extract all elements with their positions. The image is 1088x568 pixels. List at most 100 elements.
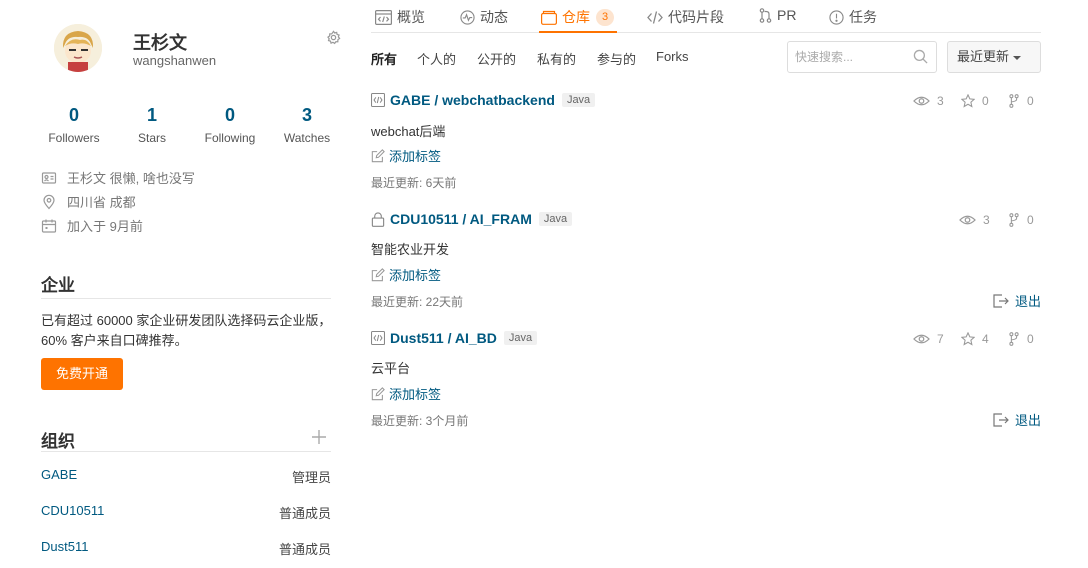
- filter-personal[interactable]: 个人的: [417, 49, 456, 68]
- tab-pull-requests[interactable]: PR: [759, 7, 796, 23]
- fork-count: 0: [1027, 94, 1034, 108]
- avatar[interactable]: [54, 24, 102, 72]
- repo-count-badge: 3: [596, 8, 615, 26]
- tab-label: 动态: [480, 9, 508, 25]
- divider: [41, 298, 331, 299]
- exit-icon: [993, 412, 1009, 427]
- repo-icon: [541, 10, 557, 25]
- org-link[interactable]: Dust511: [41, 539, 88, 558]
- add-tag-link[interactable]: 添加标签: [371, 146, 441, 165]
- edit-icon: [371, 267, 385, 282]
- exit-icon: [993, 293, 1009, 308]
- sort-dropdown[interactable]: 最近更新: [947, 41, 1041, 73]
- org-row: GABE 管理员: [41, 467, 331, 486]
- add-tag-link[interactable]: 添加标签: [371, 265, 441, 284]
- language-badge: Java: [538, 212, 573, 226]
- repo-link[interactable]: GABE / webchatbackend: [390, 92, 555, 108]
- stat-label: Stars: [137, 131, 166, 145]
- org-link[interactable]: CDU10511: [41, 503, 104, 522]
- watch-count: 7: [937, 332, 944, 346]
- watch-counter[interactable]: 7: [913, 332, 944, 346]
- edit-icon: [371, 386, 385, 401]
- fork-counter[interactable]: 0: [1008, 94, 1034, 108]
- eye-icon: [913, 334, 930, 344]
- location-pin-icon: [41, 194, 57, 210]
- bio-text: 王杉文 很懒, 啥也没写: [67, 171, 195, 186]
- gear-icon[interactable]: [326, 30, 341, 45]
- filter-forks[interactable]: Forks: [656, 49, 689, 64]
- eye-icon: [913, 96, 930, 106]
- fork-count: 0: [1027, 213, 1034, 227]
- repo-description: 云平台: [371, 361, 411, 376]
- location-text: 四川省 成都: [67, 195, 136, 210]
- star-icon: [961, 94, 975, 108]
- watch-counter[interactable]: 3: [959, 213, 990, 227]
- fork-count: 0: [1027, 332, 1034, 346]
- profile-bio: 王杉文 很懒, 啥也没写: [41, 168, 195, 187]
- repo-title: GABE / webchatbackend Java: [371, 92, 596, 108]
- repo-link[interactable]: Dust511 / AI_BD: [390, 330, 497, 346]
- add-tag-label: 添加标签: [389, 149, 442, 164]
- repo-title: Dust511 / AI_BD Java: [371, 330, 538, 346]
- tab-issues[interactable]: 任务: [829, 7, 877, 27]
- enterprise-title: 企业: [41, 276, 75, 295]
- repo-link[interactable]: CDU10511 / AI_FRAM: [390, 211, 532, 227]
- tab-label: 任务: [849, 9, 877, 25]
- repo-updated: 最近更新: 3个月前: [371, 414, 469, 428]
- org-row: Dust511 普通成员: [41, 539, 331, 558]
- stat-value: 3: [301, 105, 312, 125]
- tab-repos[interactable]: 仓库 3: [541, 7, 615, 27]
- language-badge: Java: [503, 331, 538, 345]
- stat-followers[interactable]: 0 Followers: [34, 104, 114, 145]
- public-repo-icon: [371, 93, 385, 107]
- tab-activity[interactable]: 动态: [460, 7, 508, 27]
- watch-counter[interactable]: 3: [913, 94, 944, 108]
- leave-repo-button[interactable]: 退出: [993, 410, 1041, 429]
- org-link[interactable]: GABE: [41, 467, 77, 486]
- nav-divider: [371, 32, 1041, 33]
- plus-icon[interactable]: [311, 429, 327, 445]
- repo-description: 智能农业开发: [371, 242, 450, 257]
- pull-request-icon: [759, 7, 772, 23]
- profile-joined: 加入于 9月前: [41, 216, 143, 235]
- stat-stars[interactable]: 1 Stars: [112, 104, 192, 145]
- watch-count: 3: [937, 94, 944, 108]
- divider: [41, 451, 331, 452]
- star-count: 4: [982, 332, 989, 346]
- search-input[interactable]: [788, 42, 903, 72]
- repo-title: CDU10511 / AI_FRAM Java: [371, 211, 573, 227]
- leave-repo-button[interactable]: 退出: [993, 291, 1041, 310]
- star-counter[interactable]: 0: [961, 94, 989, 108]
- tab-overview[interactable]: 概览: [375, 7, 425, 27]
- fork-counter[interactable]: 0: [1008, 332, 1034, 346]
- code-icon: [647, 10, 663, 25]
- fork-counter[interactable]: 0: [1008, 213, 1034, 227]
- search-icon[interactable]: [913, 49, 928, 64]
- filter-all[interactable]: 所有: [371, 49, 397, 68]
- watch-count: 3: [983, 213, 990, 227]
- stat-watches[interactable]: 3 Watches: [267, 104, 347, 145]
- repo-search: [787, 41, 937, 73]
- leave-label: 退出: [1015, 294, 1042, 309]
- fork-icon: [1009, 94, 1019, 108]
- enterprise-text: 已有超过 60000 家企业研发团队选择码云企业版，60% 客户来自口碑推荐。: [41, 313, 332, 348]
- stat-following[interactable]: 0 Following: [190, 104, 270, 145]
- profile-display-name: 王杉文: [133, 33, 187, 53]
- profile-location: 四川省 成都: [41, 192, 136, 211]
- add-tag-label: 添加标签: [389, 387, 442, 402]
- tab-label: PR: [777, 7, 797, 23]
- star-counter[interactable]: 4: [961, 332, 989, 346]
- active-tab-indicator: [539, 31, 617, 33]
- filter-private[interactable]: 私有的: [537, 49, 576, 68]
- filter-public[interactable]: 公开的: [477, 49, 516, 68]
- issue-icon: [829, 9, 844, 25]
- enterprise-signup-button[interactable]: 免费开通: [41, 358, 123, 390]
- fork-icon: [1009, 332, 1019, 346]
- fork-icon: [1009, 213, 1019, 227]
- org-role: 管理员: [291, 470, 331, 485]
- add-tag-link[interactable]: 添加标签: [371, 384, 441, 403]
- filter-participated[interactable]: 参与的: [597, 49, 636, 68]
- stat-value: 0: [224, 105, 235, 125]
- tab-snippets[interactable]: 代码片段: [647, 7, 724, 27]
- eye-icon: [959, 215, 976, 225]
